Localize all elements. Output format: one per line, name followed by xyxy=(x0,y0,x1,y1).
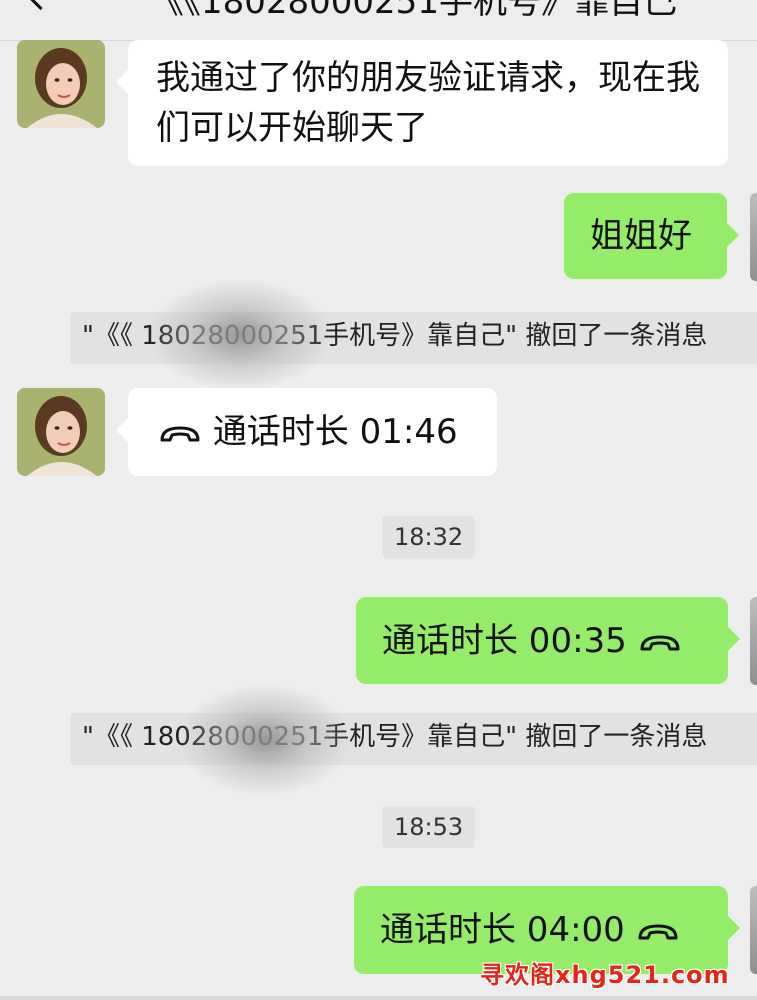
my-avatar[interactable] xyxy=(750,193,757,281)
call-duration-label: 通话时长 04:00 xyxy=(380,910,625,950)
call-bubble-contact[interactable]: 通话时长 01:46 xyxy=(116,388,497,476)
my-avatar[interactable] xyxy=(750,597,757,685)
timestamp: 18:32 xyxy=(382,516,476,558)
site-watermark: 寻欢阁xhg521.com xyxy=(480,961,730,989)
phone-handset-icon xyxy=(160,426,200,441)
phone-handset-icon xyxy=(638,924,678,939)
message-text: 我通过了你的朋友验证请求，现在我们可以开始聊天了 xyxy=(156,58,700,148)
call-bubble-me[interactable]: 通话时长 00:35 xyxy=(356,597,740,684)
top-bar: 《《18028000251手机号》靠自己 xyxy=(0,0,757,41)
back-chevron-icon[interactable] xyxy=(22,0,59,11)
call-duration-label: 通话时长 01:46 xyxy=(212,412,458,452)
call-duration-label: 通话时长 00:35 xyxy=(382,621,627,661)
chat-title: 《《18028000251手机号》靠自己 xyxy=(150,0,677,22)
avatar-portrait-icon xyxy=(17,40,105,128)
message-bubble-me[interactable]: 姐姐好 xyxy=(564,193,739,279)
recall-notice-text: "《《 18028000251手机号》靠自己" 撤回了一条消息 xyxy=(82,722,708,752)
phone-handset-icon xyxy=(640,635,680,650)
privacy-blur xyxy=(150,280,330,390)
message-bubble-contact[interactable]: 我通过了你的朋友验证请求，现在我们可以开始聊天了 xyxy=(116,40,728,166)
privacy-blur xyxy=(180,685,350,795)
bottom-divider xyxy=(0,996,757,1000)
avatar-portrait-icon xyxy=(17,388,105,476)
contact-avatar[interactable] xyxy=(17,388,105,476)
timestamp: 18:53 xyxy=(382,806,476,848)
recall-notice: "《《 18028000251手机号》靠自己" 撤回了一条消息 xyxy=(70,713,757,765)
message-text: 姐姐好 xyxy=(590,216,692,256)
contact-avatar[interactable] xyxy=(17,40,105,128)
my-avatar[interactable] xyxy=(750,886,757,974)
